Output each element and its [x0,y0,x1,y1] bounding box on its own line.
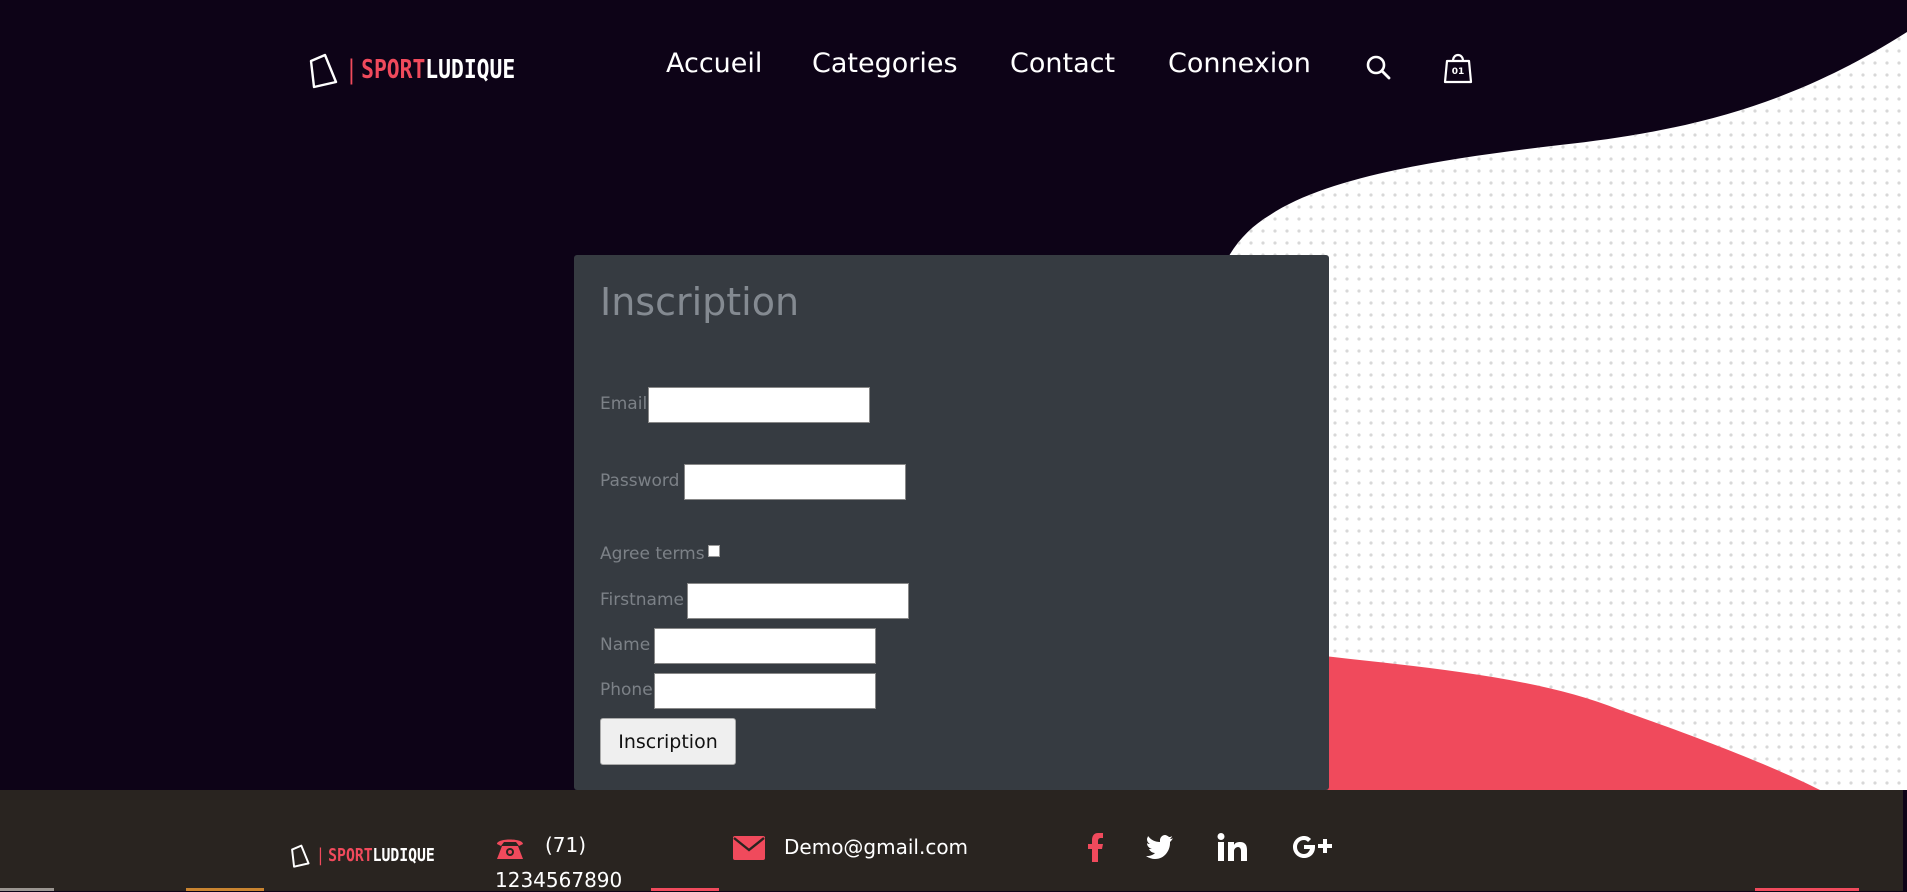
name-label: Name [600,635,651,655]
cart-count: 01 [1451,67,1465,77]
google-plus-icon[interactable] [1290,833,1334,861]
footer-logo[interactable]: | SPORT LUDIQUE [288,843,461,868]
firstname-field[interactable] [687,583,909,619]
mail-icon [733,836,765,860]
password-field[interactable] [684,464,906,500]
logo-part1: SPORT [361,55,426,85]
email-field[interactable] [648,387,870,423]
nav-item-accueil[interactable]: Accueil [666,48,762,79]
logo-icon [291,844,310,868]
email-label: Email [600,394,648,414]
logo-wordmark: | SPORT LUDIQUE [345,55,515,85]
phone-label: Phone [600,680,653,700]
signup-form: Inscription Email Password Agree terms F… [574,255,1329,790]
site-footer: | SPORT LUDIQUE (71) 1234567890 Demo@gma… [0,790,1903,892]
search-icon[interactable] [1365,54,1391,80]
footer-logo-part1: SPORT [328,845,373,866]
logo-part2: LUDIQUE [425,55,516,85]
linkedin-icon[interactable] [1217,833,1247,861]
footer-phone-line2: 1234567890 [495,868,623,892]
agree-terms-label: Agree terms [600,544,705,564]
footer-phone-line1: (71) [545,833,587,857]
footer-logo-bar: | [316,845,325,866]
phone-field[interactable] [654,673,876,709]
agree-terms-checkbox[interactable] [708,545,720,557]
nav-item-connexion[interactable]: Connexion [1168,48,1311,79]
firstname-label: Firstname [600,590,684,610]
logo-icon [309,53,338,89]
brand-logo[interactable]: | SPORT LUDIQUE [305,50,553,90]
cart-button[interactable]: 01 [1443,50,1473,84]
facebook-icon[interactable] [1086,832,1104,862]
inscription-button[interactable]: Inscription [600,718,736,765]
twitter-icon[interactable] [1146,835,1174,859]
footer-logo-part2: LUDIQUE [372,845,435,866]
site-header: | SPORT LUDIQUE Accueil Categories Conta… [0,0,1907,140]
phone-icon [497,839,523,859]
nav-item-categories[interactable]: Categories [812,48,958,79]
password-label: Password [600,471,680,491]
form-title: Inscription [600,280,800,324]
footer-logo-wordmark: | SPORT LUDIQUE [316,845,435,866]
name-field[interactable] [654,628,876,664]
footer-email[interactable]: Demo@gmail.com [784,835,968,859]
logo-bar: | [345,55,358,85]
nav-item-contact[interactable]: Contact [1010,48,1115,79]
